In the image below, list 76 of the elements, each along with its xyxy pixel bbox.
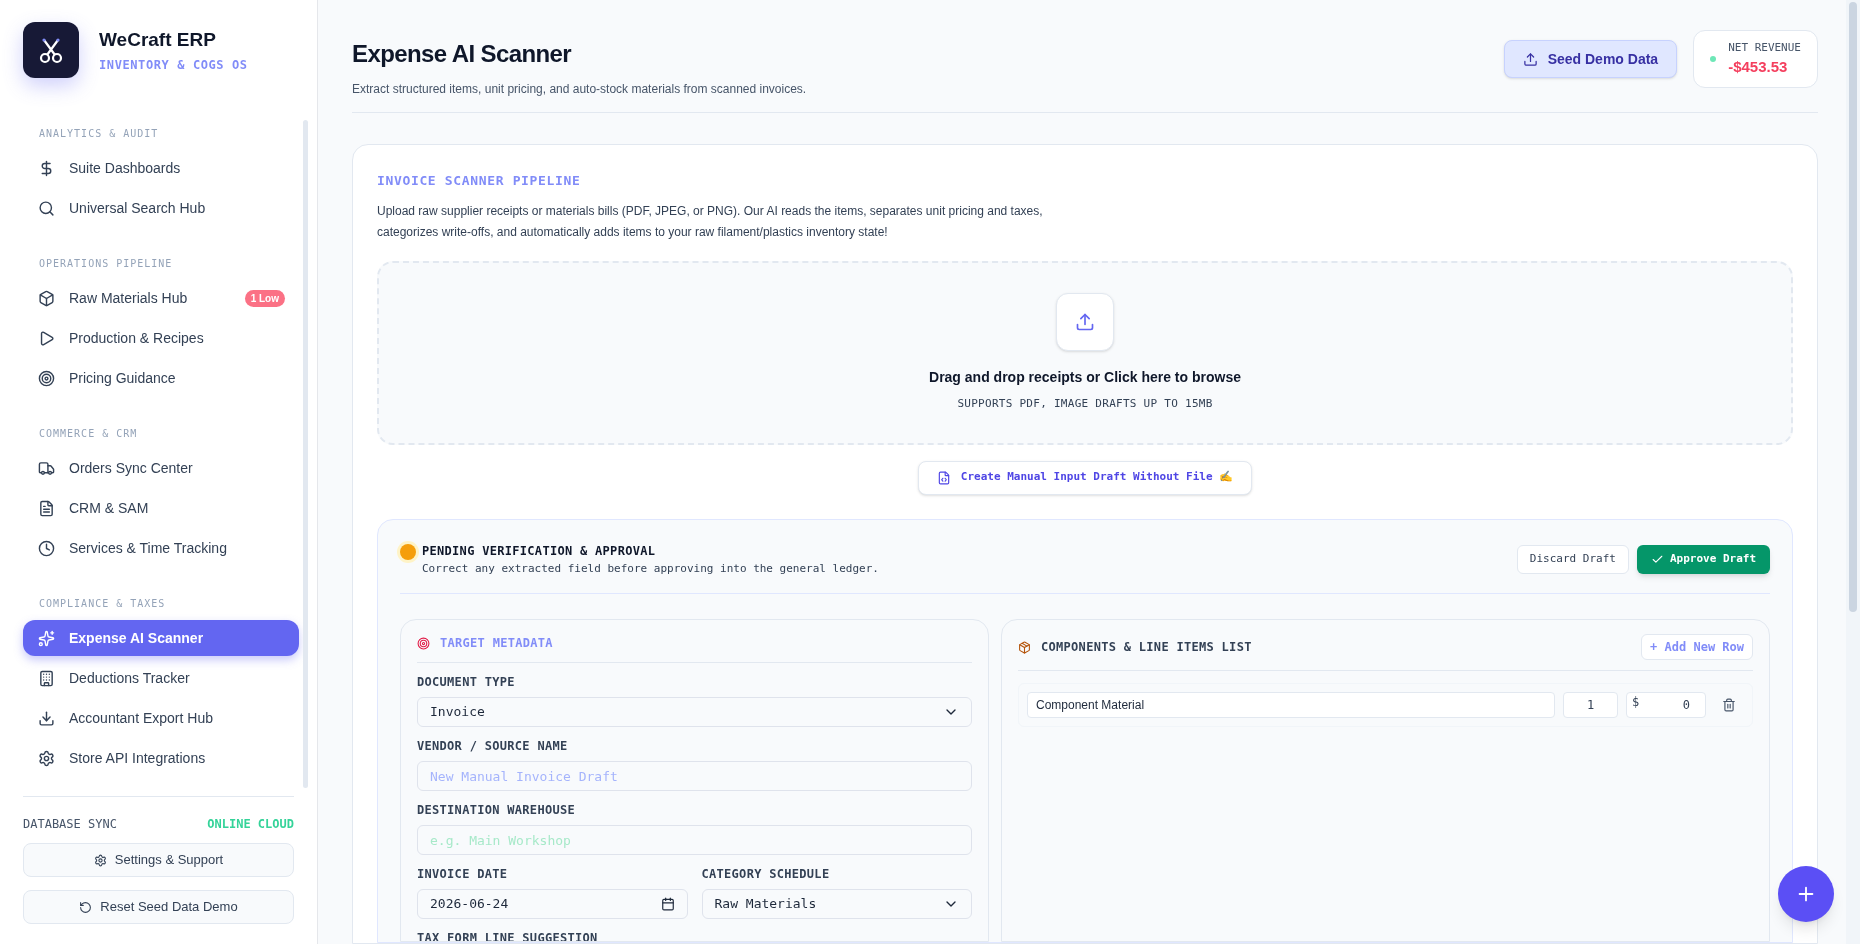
settings-button[interactable]: Settings & Support (23, 843, 294, 877)
play-icon (38, 329, 55, 347)
manual-draft-button[interactable]: Create Manual Input Draft Without File ✍ (917, 460, 1253, 495)
field-label: CATEGORY SCHEDULE (701, 866, 831, 883)
nav-item[interactable]: Store API Integrations (23, 740, 299, 776)
settings-icon (93, 853, 107, 867)
trash-icon[interactable] (1722, 698, 1736, 712)
item-name-field[interactable]: Component Material (1027, 692, 1555, 718)
nav-item[interactable]: Universal Search Hub (23, 190, 299, 226)
page-subtitle: Extract structured items, unit pricing, and auto-stock materials from scanned invoices. (352, 81, 807, 98)
low-stock-badge: 1 Low (244, 289, 285, 307)
sparkles-icon (38, 629, 55, 647)
download-icon (38, 709, 55, 727)
section-heading: OPERATIONS PIPELINE (38, 256, 174, 271)
clock-icon (38, 539, 55, 557)
metadata-title: TARGET METADATA (440, 635, 553, 652)
sync-status: ONLINE CLOUD (207, 816, 294, 833)
sidebar-scrollbar[interactable] (303, 120, 308, 788)
brand-name: WeCraft ERP (99, 27, 217, 52)
cube-icon (38, 289, 55, 307)
building-icon (38, 669, 55, 687)
code-file-icon (936, 470, 951, 485)
discard-button[interactable]: Discard Draft (1516, 544, 1629, 574)
text-field[interactable]: New Manual Invoice Draft (417, 761, 972, 791)
calendar-icon (660, 897, 675, 911)
target-icon (417, 636, 430, 650)
upload-icon (1522, 51, 1538, 67)
pipeline-title: INVOICE SCANNER PIPELINE (377, 172, 582, 190)
field-label: DOCUMENT TYPE (417, 674, 516, 691)
dropzone-hint: SUPPORTS PDF, IMAGE DRAFTS UP TO 15MB (957, 395, 1213, 412)
quantity-field[interactable]: 1 (1563, 692, 1618, 718)
brand-tagline: INVENTORY & COGS OS (99, 57, 248, 75)
seed-demo-button[interactable]: Seed Demo Data (1503, 40, 1678, 78)
sync-label: DATABASE SYNC (23, 816, 117, 833)
reset-button[interactable]: Reset Seed Data Demo (23, 890, 294, 924)
document-icon (38, 499, 55, 517)
nav-item[interactable]: Raw Materials Hub 1 Low (23, 280, 299, 316)
nav-item[interactable]: Expense AI Scanner (23, 620, 299, 656)
field-label: INVOICE DATE (417, 866, 509, 883)
nav-item[interactable]: Suite Dashboards (23, 150, 299, 186)
nav-item[interactable]: Orders Sync Center (23, 450, 299, 486)
revenue-label: NET REVENUE (1728, 39, 1801, 56)
dropzone-title: Drag and drop receipts or Click here to browse (929, 367, 1241, 387)
nav-item[interactable]: Deductions Tracker (23, 660, 299, 696)
upload-icon (1056, 292, 1114, 351)
page-scrollbar[interactable] (1849, 2, 1857, 612)
nav-item[interactable]: Production & Recipes (23, 320, 299, 356)
line-items-title: COMPONENTS & LINE ITEMS LIST (1041, 639, 1252, 656)
select-field[interactable]: Raw Materials (701, 889, 972, 919)
logo-icon (23, 22, 79, 78)
nav-item[interactable]: CRM & SAM (23, 490, 299, 526)
reset-icon (79, 900, 93, 914)
nav-item[interactable]: Services & Time Tracking (23, 530, 299, 566)
dropzone[interactable]: Drag and drop receipts or Click here to browse SUPPORTS PDF, IMAGE DRAFTS UP TO 15MB (377, 260, 1793, 445)
truck-icon (38, 459, 55, 477)
field-label: DESTINATION WAREHOUSE (417, 802, 577, 819)
target-icon (38, 369, 55, 387)
select-field[interactable]: Invoice (417, 697, 972, 727)
settings-icon (38, 749, 55, 767)
search-icon (38, 199, 55, 217)
pending-title: PENDING VERIFICATION & APPROVAL (422, 542, 657, 560)
price-field[interactable]: $ 0 (1626, 692, 1706, 718)
field-label: VENDOR / SOURCE NAME (417, 738, 569, 755)
package-icon (1018, 640, 1031, 654)
approve-button[interactable]: Approve Draft (1636, 544, 1770, 574)
nav-item[interactable]: Pricing Guidance (23, 360, 299, 396)
nav-item[interactable]: Accountant Export Hub (23, 700, 299, 736)
pending-subtitle: Correct any extracted field before approving into the general ledger. (422, 560, 879, 577)
pipeline-description: Upload raw supplier receipts or materials bills (PDF, JPEG, or PNG). Our AI reads the items, separates unit pricing and taxes, categorizes write-offs, and automatically adds items to your raw filament/plastics inventory state! (377, 202, 1044, 241)
date-field[interactable]: 2026-06-24 (417, 889, 688, 919)
revenue-value: -$453.53 (1728, 57, 1789, 77)
text-field[interactable]: e.g. Main Workshop (417, 825, 972, 855)
page-title: Expense AI Scanner (352, 39, 573, 69)
section-heading: COMPLIANCE & TAXES (38, 596, 167, 611)
section-heading: COMMERCE & CRM (38, 426, 139, 441)
section-heading: ANALYTICS & AUDIT (38, 126, 160, 141)
